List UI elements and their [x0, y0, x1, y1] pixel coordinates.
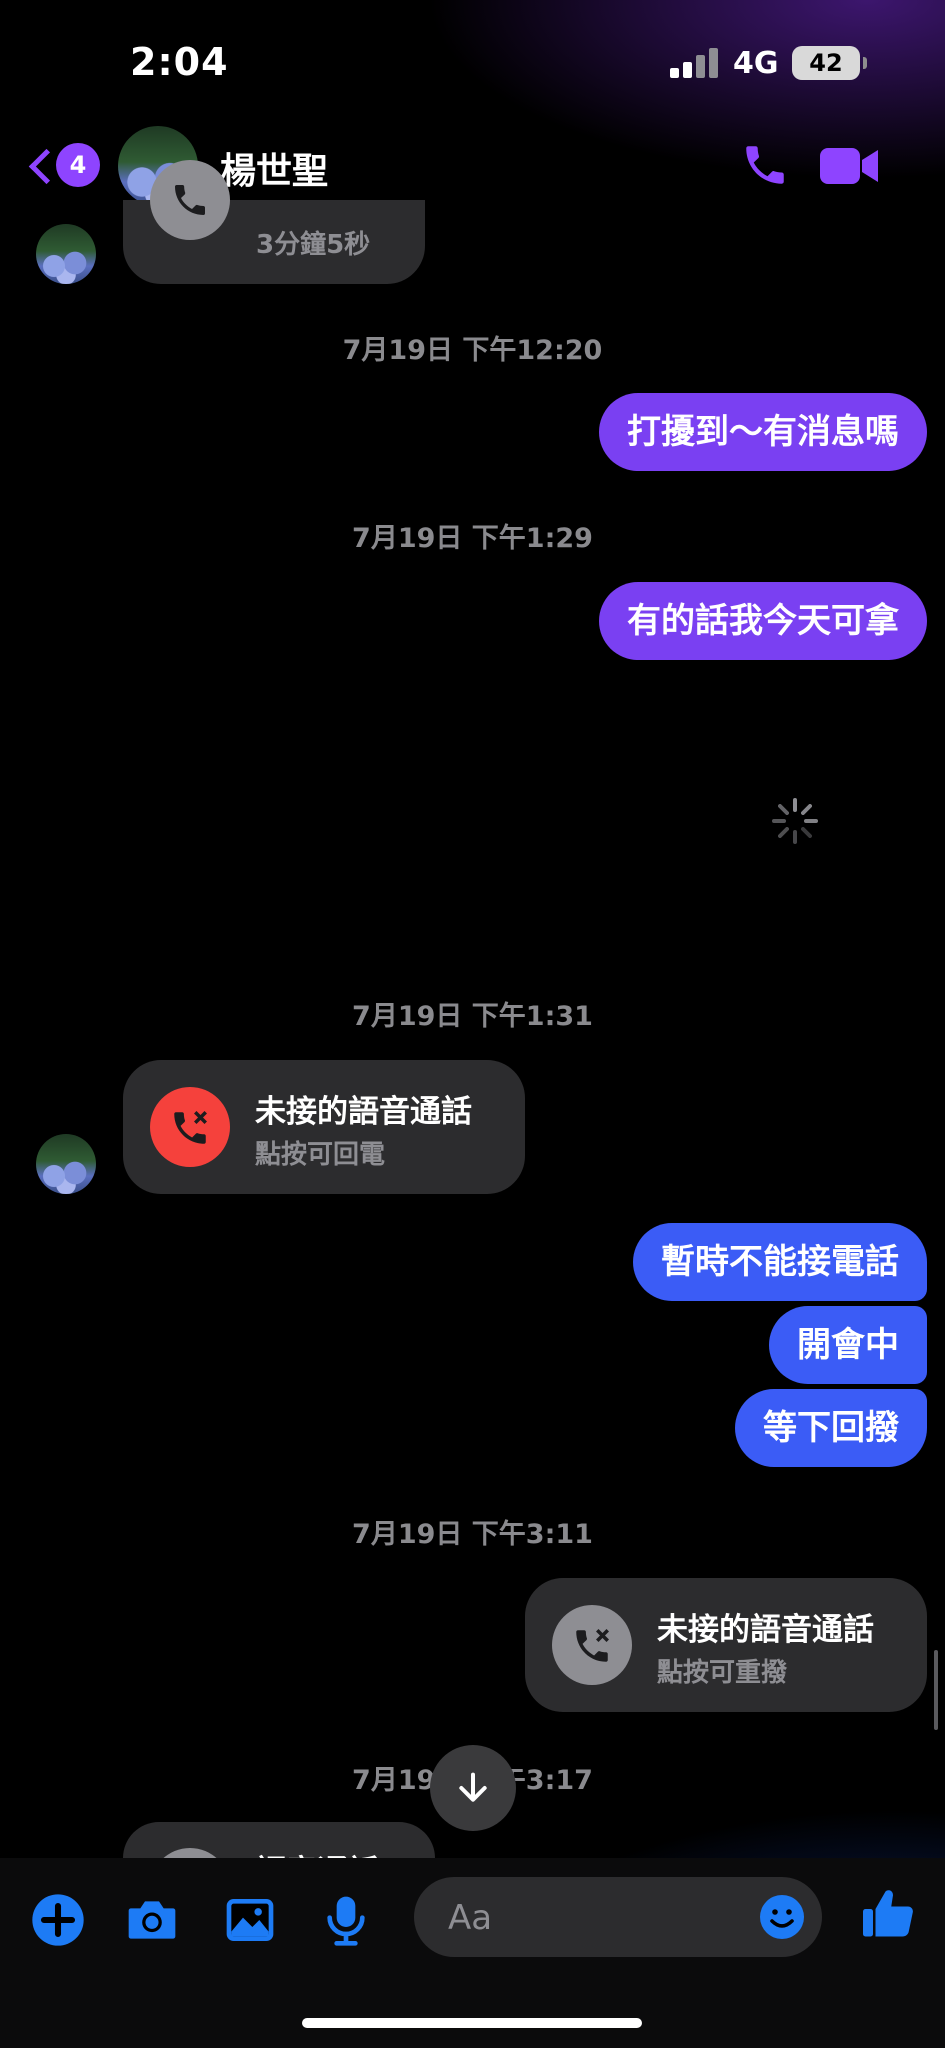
loading-spinner-icon [772, 798, 818, 844]
scrollbar[interactable] [934, 1650, 938, 1730]
microphone-icon[interactable] [318, 1892, 374, 1948]
missed-call-card-incoming[interactable]: 未接的語音通話 點按可回電 [123, 1060, 525, 1194]
scroll-to-bottom-button[interactable] [430, 1745, 516, 1831]
message-bubble-outgoing[interactable]: 等下回撥 [735, 1389, 927, 1467]
home-indicator [302, 2018, 642, 2028]
video-call-icon[interactable] [820, 146, 880, 186]
call-title: 語音通話 [255, 1846, 379, 1858]
status-time: 2:04 [130, 40, 229, 84]
sender-avatar[interactable] [36, 1134, 96, 1194]
timestamp: 7月19日 下午12:20 [342, 335, 603, 366]
message-bubble-outgoing[interactable]: 有的話我今天可拿 [599, 582, 927, 660]
phone-call-icon[interactable] [740, 140, 790, 190]
message-bubble-outgoing[interactable]: 暫時不能接電話 [633, 1223, 927, 1301]
timestamp: 7月19日 下午1:29 [352, 523, 593, 554]
timestamp: 7月19日 下午3:11 [352, 1519, 593, 1550]
call-card[interactable]: 語音通話 [123, 1822, 435, 1858]
missed-call-title: 未接的語音通話 [657, 1612, 874, 1648]
battery-icon: 42 [792, 46, 867, 80]
call-card[interactable]: 3分鐘5秒 [123, 160, 425, 284]
timestamp: 7月19日 下午1:31 [352, 1001, 593, 1032]
contact-name[interactable]: 楊世聖 [220, 142, 328, 194]
back-button[interactable]: 4 [28, 140, 100, 192]
missed-call-subtitle: 點按可重撥 [657, 1658, 788, 1688]
plus-icon[interactable] [30, 1892, 86, 1948]
sender-avatar[interactable] [36, 224, 96, 284]
network-type: 4G [733, 46, 779, 81]
message-input[interactable] [446, 1877, 750, 1959]
gallery-icon[interactable] [222, 1892, 278, 1948]
call-duration: 3分鐘5秒 [256, 230, 371, 260]
battery-level: 42 [809, 49, 843, 77]
arrow-down-icon [459, 1772, 487, 1802]
emoji-icon[interactable] [758, 1893, 806, 1941]
missed-call-card-outgoing[interactable]: 未接的語音通話 點按可重撥 [525, 1578, 927, 1712]
missed-call-subtitle: 點按可回電 [255, 1140, 386, 1170]
camera-icon[interactable] [124, 1892, 180, 1948]
missed-call-icon [150, 1087, 230, 1167]
missed-call-icon [552, 1605, 632, 1685]
unread-badge: 4 [56, 143, 100, 187]
message-input-wrapper [414, 1877, 822, 1959]
phone-icon [150, 160, 230, 240]
missed-call-title: 未接的語音通話 [255, 1094, 472, 1130]
thumbs-up-icon[interactable] [858, 1884, 918, 1944]
message-bubble-outgoing[interactable]: 打擾到～有消息嗎 [599, 393, 927, 471]
phone-icon [150, 1848, 230, 1858]
signal-icon [670, 48, 722, 78]
message-bubble-outgoing[interactable]: 開會中 [769, 1306, 927, 1384]
